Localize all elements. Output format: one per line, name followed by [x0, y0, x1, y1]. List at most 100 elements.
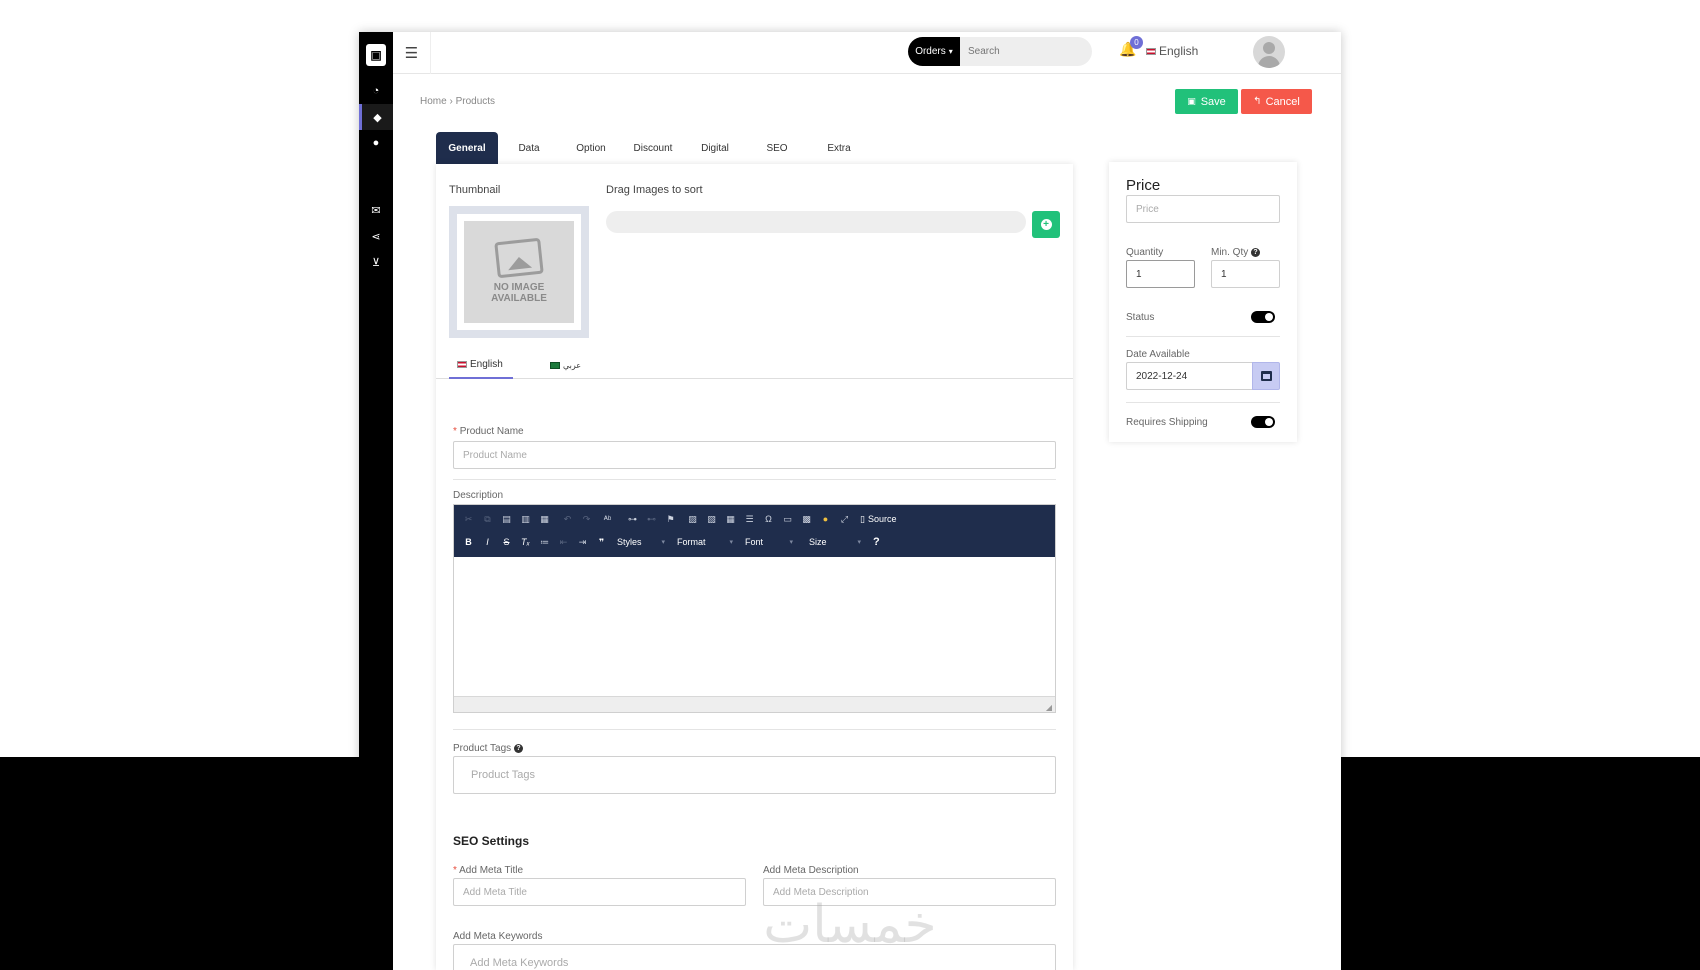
font-dropdown[interactable]: Font ▾: [739, 533, 799, 551]
share-icon[interactable]: ⋖: [359, 223, 393, 249]
tags-icon[interactable]: ◆: [359, 104, 393, 130]
undo-icon[interactable]: ↶: [558, 510, 577, 528]
editor-toolbar-row-2: B I S Tₓ ≔ ⇤ ⇥ ❞ Styles ▾ Format ▾ Font ▾: [459, 531, 886, 553]
requires-shipping-toggle[interactable]: [1251, 416, 1275, 428]
maximize-icon[interactable]: ⤢: [835, 510, 854, 528]
breadcrumb-current: Products: [455, 96, 496, 107]
numbered-list-icon[interactable]: ≔: [535, 533, 554, 551]
language-selector[interactable]: English: [1146, 44, 1198, 58]
redo-icon[interactable]: ↷: [577, 510, 596, 528]
reply-arrow-icon: ↰: [1253, 96, 1262, 107]
min-qty-label: Min. Qty ?: [1211, 247, 1261, 258]
product-tags-input[interactable]: [453, 756, 1056, 794]
divider: [1126, 336, 1280, 337]
dashboard-icon[interactable]: ◔: [359, 78, 393, 104]
tab-option[interactable]: Option: [560, 132, 622, 164]
styles-dropdown[interactable]: Styles ▾: [611, 533, 671, 551]
description-label: Description: [453, 490, 504, 501]
no-image-line-2: AVAILABLE: [491, 293, 547, 304]
cancel-label: Cancel: [1265, 95, 1300, 108]
format-dropdown[interactable]: Format ▾: [671, 533, 739, 551]
blockquote-icon[interactable]: ❞: [592, 533, 611, 551]
tab-general[interactable]: General: [436, 132, 498, 164]
tab-discount[interactable]: Discount: [622, 132, 684, 164]
user-icon[interactable]: ●: [359, 130, 393, 156]
italic-icon[interactable]: I: [478, 533, 497, 551]
tab-language-arabic-label: عربي: [563, 361, 582, 370]
cancel-button[interactable]: ↰ Cancel: [1241, 89, 1312, 114]
thumbnail-picker[interactable]: NO IMAGE AVAILABLE: [449, 206, 589, 338]
required-marker: *: [453, 426, 457, 437]
tab-extra[interactable]: Extra: [808, 132, 870, 164]
cart-icon[interactable]: ⊻: [359, 249, 393, 275]
quantity-input[interactable]: [1126, 260, 1195, 288]
saudi-flag-icon: [550, 362, 560, 369]
bell-icon[interactable]: 🔔 0: [1119, 36, 1143, 58]
strike-icon[interactable]: S: [497, 533, 516, 551]
min-qty-label-text: Min. Qty: [1211, 247, 1249, 258]
price-input[interactable]: [1126, 195, 1280, 223]
unlink-icon[interactable]: ⊷: [642, 510, 661, 528]
language-label: English: [1159, 44, 1199, 58]
paste-text-icon[interactable]: ▥: [516, 510, 535, 528]
help-circle-icon[interactable]: ?: [513, 743, 523, 753]
table-icon[interactable]: ▦: [721, 510, 740, 528]
thumbnail-label: Thumbnail: [449, 184, 501, 196]
breadcrumb-home[interactable]: Home: [420, 96, 447, 107]
watermark-logo: خمسات: [763, 895, 937, 955]
editor-content-area[interactable]: [454, 557, 1055, 696]
anchor-flag-icon[interactable]: ⚑: [661, 510, 680, 528]
tab-data[interactable]: Data: [498, 132, 560, 164]
product-name-input[interactable]: [453, 441, 1056, 469]
min-qty-input[interactable]: [1211, 260, 1280, 288]
tab-language-arabic[interactable]: عربي: [550, 352, 600, 379]
iframe-icon[interactable]: ▭: [778, 510, 797, 528]
tab-digital[interactable]: Digital: [684, 132, 746, 164]
special-char-icon[interactable]: Ω: [759, 510, 778, 528]
tab-seo[interactable]: SEO: [746, 132, 808, 164]
copy-icon[interactable]: ⧉: [478, 510, 497, 528]
drag-images-label: Drag Images to sort: [606, 184, 703, 196]
app-logo-icon[interactable]: ▣: [366, 44, 386, 66]
help-button[interactable]: ?: [867, 533, 886, 551]
tab-language-english[interactable]: English: [449, 352, 513, 379]
plus-circle-icon: +: [1040, 219, 1052, 230]
mail-icon[interactable]: ✉: [359, 197, 393, 223]
indent-icon[interactable]: ⇥: [573, 533, 592, 551]
calendar-button[interactable]: [1252, 362, 1280, 390]
link-icon[interactable]: ⊶: [623, 510, 642, 528]
bold-icon[interactable]: B: [459, 533, 478, 551]
product-tags-label-text: Product Tags: [453, 743, 512, 754]
size-dropdown[interactable]: Size ▾: [803, 533, 867, 551]
paste-icon[interactable]: ▤: [497, 510, 516, 528]
editor-resize-bar[interactable]: [454, 696, 1055, 712]
source-button[interactable]: ▯ Source: [854, 510, 902, 528]
spellcheck-icon[interactable]: ᴬᵇ: [598, 510, 617, 528]
remove-format-icon[interactable]: Tₓ: [516, 533, 535, 551]
calendar-icon: [1260, 371, 1272, 381]
chevron-down-icon: ▾: [661, 539, 665, 546]
emoji-icon[interactable]: ●: [816, 510, 835, 528]
image-sort-area[interactable]: [606, 211, 1026, 233]
paste-word-icon[interactable]: ▦: [535, 510, 554, 528]
status-label: Status: [1126, 312, 1155, 323]
horizontal-line-icon[interactable]: ☰: [740, 510, 759, 528]
search-input[interactable]: [960, 37, 1092, 66]
menu-toggle-icon[interactable]: ☰: [393, 32, 431, 74]
date-available-input[interactable]: [1126, 362, 1253, 390]
cut-icon[interactable]: ✂: [459, 510, 478, 528]
requires-shipping-label: Requires Shipping: [1126, 417, 1208, 428]
price-panel: Price Quantity Min. Qty ? Status Date Av…: [1109, 162, 1297, 442]
meta-title-input[interactable]: [453, 878, 746, 906]
image-insert-icon[interactable]: ▨: [683, 510, 702, 528]
add-image-button[interactable]: +: [1032, 211, 1060, 238]
avatar[interactable]: [1253, 36, 1285, 68]
status-toggle[interactable]: [1251, 311, 1275, 323]
orders-dropdown[interactable]: Orders ▾: [908, 37, 960, 66]
save-button[interactable]: ▣ Save: [1175, 89, 1238, 114]
outdent-icon[interactable]: ⇤: [554, 533, 573, 551]
description-editor: ✂ ⧉ ▤ ▥ ▦ ↶ ↷ ᴬᵇ ⊶ ⊷ ⚑ ▨ ▧ ▦ ☰ Ω ▭ ▩ ● ⤢…: [453, 504, 1056, 713]
flash-icon[interactable]: ▧: [702, 510, 721, 528]
help-circle-icon[interactable]: ?: [1251, 247, 1261, 257]
media-icon[interactable]: ▩: [797, 510, 816, 528]
